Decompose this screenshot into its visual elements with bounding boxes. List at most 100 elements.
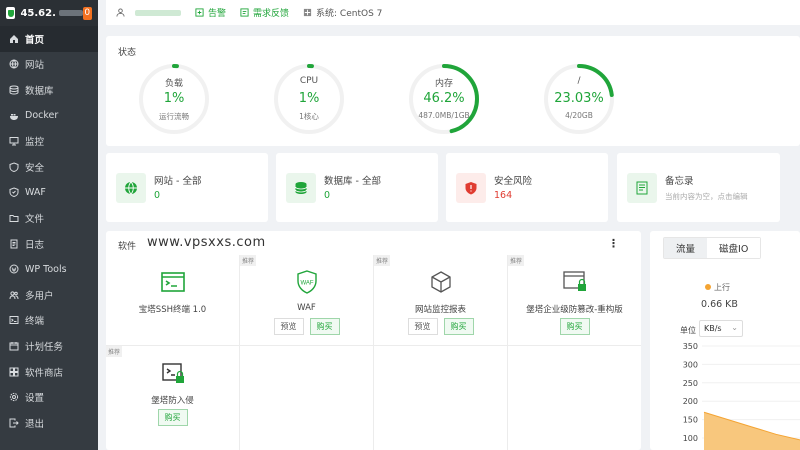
alert-icon (195, 8, 204, 17)
unit-label: 单位 (680, 326, 696, 335)
summary-value: 0 (154, 190, 161, 201)
sidebar-item[interactable]: 网站 (0, 52, 98, 78)
preview-button[interactable]: 预览 (407, 318, 438, 335)
summary-card[interactable]: 安全风险 164 (446, 153, 608, 222)
sidebar-item[interactable]: 退出 (0, 410, 98, 436)
recommend-tag: 推荐 (374, 255, 391, 266)
sidebar-item[interactable]: 首页 (0, 26, 98, 52)
software-tile[interactable]: 推荐 堡塔企业级防篡改-重构版 购买 (508, 255, 641, 345)
notification-badge[interactable]: 0 (82, 6, 92, 20)
terminal-window-icon (160, 269, 186, 295)
software-title: 软件 (118, 242, 137, 252)
browser-lock-icon (562, 269, 588, 295)
software-tile[interactable]: 推荐 堡塔防入侵 购买 (106, 346, 239, 436)
globe-icon (9, 59, 19, 69)
sidebar-item[interactable]: WP Tools (0, 256, 98, 282)
y-tick-label: 350 (683, 342, 698, 351)
status-gauge[interactable]: 负载 1% 运行流畅 (138, 63, 210, 135)
home-icon (9, 34, 19, 44)
series-area-up (704, 412, 800, 450)
user-icon (116, 8, 125, 17)
unit-select[interactable]: KB/s ⌄ (699, 320, 743, 337)
tile-name: 宝塔SSH终端 1.0 (138, 305, 207, 315)
users-icon (9, 290, 19, 300)
sidebar-item[interactable]: 多用户 (0, 282, 98, 308)
buy-button[interactable]: 购买 (157, 409, 188, 426)
buy-button[interactable]: 购买 (559, 318, 590, 335)
sidebar-item-label: 终端 (25, 316, 45, 328)
sidebar-item[interactable]: Docker (0, 103, 98, 129)
docker-icon (9, 111, 19, 121)
summary-sub: 当前内容为空，点击编辑 (665, 192, 748, 201)
summary-card[interactable]: 数据库 - 全部 0 (276, 153, 438, 222)
gauge-sub: 4/20GB (565, 111, 593, 120)
sidebar-item-label: 文件 (25, 213, 45, 225)
database-icon (286, 173, 316, 203)
sidebar-item-label: 退出 (25, 418, 45, 430)
sidebar-item-label: 多用户 (25, 290, 54, 302)
tile-name: WAF (297, 303, 316, 313)
buy-button[interactable]: 购买 (443, 318, 474, 335)
sidebar-item[interactable]: 软件商店 (0, 359, 98, 385)
recommend-tag: 推荐 (508, 255, 525, 266)
sidebar-item[interactable]: 安全 (0, 154, 98, 180)
sidebar-item[interactable]: 日志 (0, 231, 98, 257)
status-gauge[interactable]: 内存 46.2% 487.0MB/1GB (408, 63, 480, 135)
sidebar-item-label: 首页 (25, 34, 45, 46)
watermark: www.vpsxxs.com (147, 235, 266, 250)
sidebar-item[interactable]: 文件 (0, 205, 98, 231)
topbar: 告警 需求反馈 系统: CentOS 7 (106, 0, 800, 25)
summary-value: 0 (324, 190, 331, 201)
system-icon (303, 8, 312, 17)
summary-value: 164 (494, 190, 513, 201)
y-tick-label: 300 (683, 360, 698, 369)
gear-icon (9, 392, 19, 402)
more-menu-icon[interactable]: ⋮ (608, 237, 619, 250)
traffic-chart: 350 300 250 200 150 100 (683, 342, 800, 450)
alert-link[interactable]: 告警 (195, 6, 226, 19)
system-info: 系统: CentOS 7 (303, 6, 382, 19)
preview-button[interactable]: 预览 (273, 318, 304, 335)
traffic-card: 流量 磁盘IO 上行 0.66 KB 单位 KB/s ⌄ 350 300 250 20… (650, 231, 800, 450)
alert-label: 告警 (208, 9, 227, 19)
folder-icon (9, 213, 19, 223)
gauge-label: 负载 (164, 79, 183, 89)
store-icon (9, 367, 19, 377)
upload-value: 0.66 KB (701, 299, 738, 310)
monitor-icon (9, 136, 19, 146)
calendar-icon (9, 341, 19, 351)
feedback-link[interactable]: 需求反馈 (240, 6, 289, 19)
status-title: 状态 (118, 48, 137, 58)
sidebar-item-label: 日志 (25, 239, 45, 251)
sidebar-item[interactable]: 数据库 (0, 77, 98, 103)
gauge-value: 46.2% (423, 91, 465, 106)
sidebar-item-label: WAF (25, 186, 46, 198)
chevron-down-icon: ⌄ (731, 323, 738, 332)
summary-card[interactable]: 网站 - 全部 0 (106, 153, 268, 222)
tab-disk-io[interactable]: 磁盘IO (707, 238, 761, 258)
legend-up-label[interactable]: 上行 (714, 282, 730, 293)
logout-icon (9, 418, 19, 428)
buy-button[interactable]: 购买 (309, 318, 340, 335)
status-gauge[interactable]: CPU 1% 1核心 (273, 63, 345, 135)
sidebar-item[interactable]: 终端 (0, 308, 98, 334)
software-tile[interactable]: 推荐 WAF WAF 预览 购买 (240, 255, 373, 345)
sidebar-item[interactable]: 监控 (0, 128, 98, 154)
software-tile[interactable]: 推荐 网站监控报表 预览 购买 (374, 255, 507, 345)
sidebar-item[interactable]: 计划任务 (0, 333, 98, 359)
user-info[interactable] (116, 8, 181, 17)
y-tick-label: 100 (683, 434, 698, 443)
legend-up-dot (705, 284, 711, 290)
status-gauge[interactable]: / 23.03% 4/20GB (543, 63, 615, 135)
waf-shield-icon (9, 187, 19, 198)
tile-name: 堡塔防入侵 (151, 396, 194, 406)
sidebar-item[interactable]: WAF (0, 180, 98, 206)
sidebar-item-label: 安全 (25, 162, 45, 174)
sidebar-item-label: 监控 (25, 137, 45, 149)
sidebar-item[interactable]: 设置 (0, 384, 98, 410)
software-tile[interactable]: 宝塔SSH终端 1.0 (106, 255, 239, 345)
summary-card[interactable]: 备忘录 当前内容为空，点击编辑 (617, 153, 780, 222)
tab-traffic[interactable]: 流量 (664, 238, 708, 258)
y-tick-label: 150 (683, 416, 698, 425)
summary-title: 安全风险 (494, 176, 533, 187)
